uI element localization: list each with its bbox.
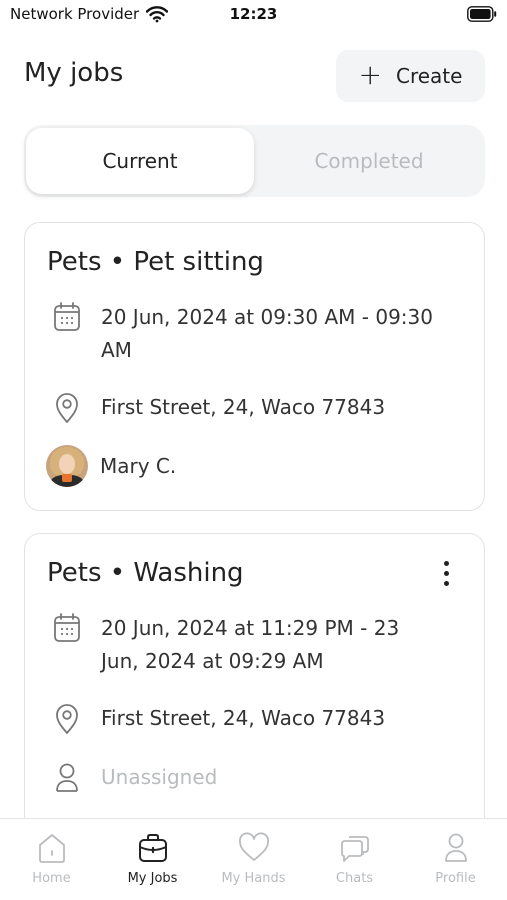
status-time: 12:23 [229,5,278,23]
avatar [46,445,88,487]
tab-home[interactable]: Home [1,831,102,886]
job-card[interactable]: Pets • Washing 20 Jun, 2024 at 11:29 PM … [24,533,485,853]
tab-my-hands[interactable]: My Hands [203,831,304,886]
calendar-icon [47,301,87,335]
job-card[interactable]: Pets • Pet sitting 20 Jun, 2024 at 09:30… [24,222,485,511]
tab-completed[interactable]: Completed [255,128,483,194]
job-address: First Street, 24, Waco 77843 [101,706,386,730]
create-button-label: Create [396,64,463,88]
bottom-tab-bar: Home My Jobs My Hands Chats Profile [0,818,507,900]
job-location-row: First Street, 24, Waco 77843 [47,391,385,425]
tab-chats[interactable]: Chats [304,831,405,886]
job-date-line2: Jun, 2024 at 09:29 AM [101,649,324,673]
more-options-icon[interactable] [436,558,456,588]
job-assignee-row: Unassigned [47,761,217,795]
page-title: My jobs [24,58,124,88]
job-assignee-row: Mary C. [46,445,176,487]
tab-profile[interactable]: Profile [405,831,506,886]
job-date-row: 20 Jun, 2024 at 11:29 PM - 23 Jun, 2024 … [47,612,399,678]
profile-icon [405,831,506,865]
create-button[interactable]: + Create [336,50,485,102]
tab-profile-label: Profile [435,871,476,886]
job-date-line1: 20 Jun, 2024 at 09:30 AM - 09:30 [101,305,433,329]
location-pin-icon [47,702,87,736]
job-assignee: Mary C. [100,453,177,478]
job-address: First Street, 24, Waco 77843 [101,395,386,419]
job-assignee: Unassigned [101,765,218,789]
job-title: Pets • Washing [47,558,244,588]
job-location-row: First Street, 24, Waco 77843 [47,702,385,736]
calendar-icon [47,612,87,646]
job-date-line1: 20 Jun, 2024 at 11:29 PM - 23 [101,616,400,640]
chat-icon [304,831,405,865]
plus-icon: + [358,57,382,91]
battery-icon [467,6,497,22]
job-date-row: 20 Jun, 2024 at 09:30 AM - 09:30 AM [47,301,433,367]
tab-my-jobs[interactable]: My Jobs [102,831,203,886]
heart-icon [203,831,304,865]
person-icon [47,761,87,795]
status-bar: Network Provider 12:23 [0,0,507,30]
tab-my-jobs-label: My Jobs [127,871,178,886]
job-title: Pets • Pet sitting [47,247,264,277]
tab-home-label: Home [32,871,71,886]
job-date-line2: AM [101,338,132,362]
tab-current[interactable]: Current [26,128,254,194]
home-icon [1,831,102,865]
briefcase-icon [102,831,203,865]
tab-chats-label: Chats [335,871,374,886]
tab-my-hands-label: My Hands [221,871,286,886]
location-pin-icon [47,391,87,425]
jobs-segmented-control: Current Completed [24,125,485,197]
